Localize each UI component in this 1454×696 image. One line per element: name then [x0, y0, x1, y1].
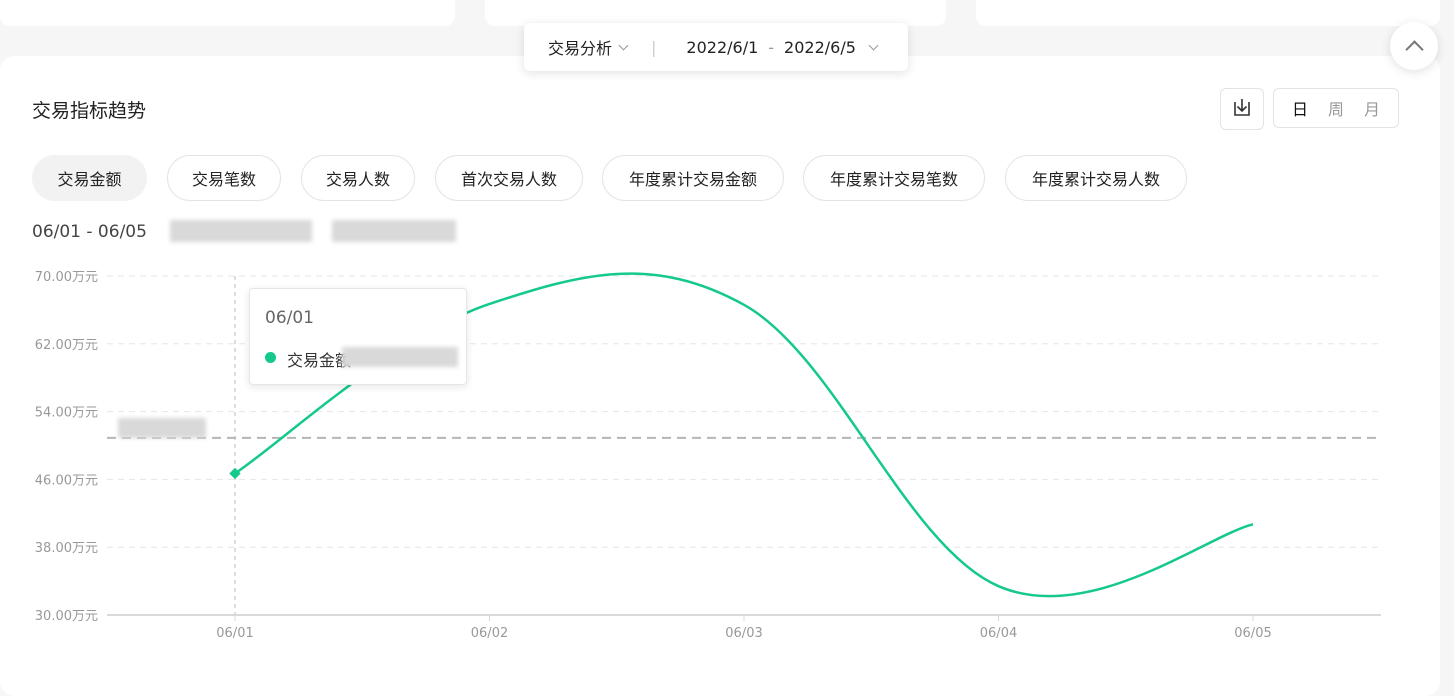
x-tick-label: 06/04 [980, 626, 1017, 641]
y-tick-label: 38.00万元 [35, 541, 98, 556]
chevron-down-icon [618, 40, 629, 50]
divider: | [651, 37, 657, 57]
redacted-block [342, 347, 458, 367]
series-dot-icon [265, 352, 276, 363]
chevron-down-icon [868, 40, 879, 50]
y-tick-label: 62.00万元 [35, 338, 98, 353]
x-tick-label: 06/02 [471, 626, 508, 641]
trend-chart: 30.00万元 38.00万元 46.00万元 54.00万元 62.00万元 70.00… [35, 270, 1381, 641]
chevron-up-icon [1405, 40, 1424, 59]
date-range-picker[interactable]: 2022/6/1 - 2022/6/5 [686, 37, 879, 57]
x-tick-label: 06/03 [725, 626, 762, 641]
date-end: 2022/6/5 [784, 37, 856, 57]
date-separator: - [768, 37, 775, 57]
analysis-type-label: 交易分析 [548, 39, 613, 58]
filter-bar: 交易分析 | 2022/6/1 - 2022/6/5 [524, 23, 908, 71]
x-tick-label: 06/01 [216, 626, 253, 641]
y-tick-label: 46.00万元 [35, 473, 98, 488]
y-tick-label: 70.00万元 [35, 270, 98, 285]
x-tick-label: 06/05 [1234, 626, 1271, 641]
analysis-type-select[interactable]: 交易分析 [548, 35, 629, 59]
scroll-to-top-button[interactable] [1390, 22, 1438, 70]
redacted-block [118, 418, 206, 438]
y-tick-label: 30.00万元 [35, 609, 98, 624]
chart-tooltip: 06/01 交易金额 [249, 288, 467, 385]
y-tick-label: 54.00万元 [35, 406, 98, 421]
tooltip-date: 06/01 [265, 308, 314, 328]
date-start: 2022/6/1 [686, 37, 759, 57]
